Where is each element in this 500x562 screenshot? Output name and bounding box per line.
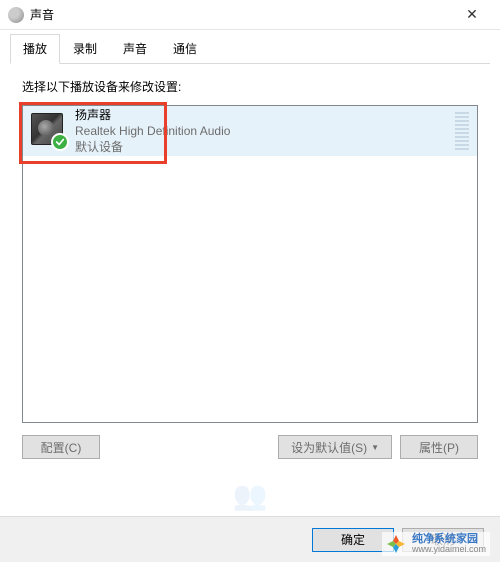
device-icon-wrap bbox=[31, 113, 67, 149]
watermark-text: 纯净系统家园 www.yidaimei.com bbox=[412, 534, 486, 554]
watermark: 纯净系统家园 www.yidaimei.com bbox=[382, 532, 490, 556]
tab-playback[interactable]: 播放 bbox=[10, 34, 60, 64]
close-icon: ✕ bbox=[466, 6, 478, 23]
tab-communications[interactable]: 通信 bbox=[160, 34, 210, 64]
device-item[interactable]: 扬声器 Realtek High Definition Audio 默认设备 bbox=[23, 106, 477, 156]
button-label: 配置(C) bbox=[41, 439, 82, 456]
properties-button[interactable]: 属性(P) bbox=[400, 435, 478, 459]
device-name: 扬声器 bbox=[75, 107, 449, 123]
device-list[interactable]: 扬声器 Realtek High Definition Audio 默认设备 bbox=[22, 105, 478, 423]
watermark-logo-icon bbox=[386, 534, 406, 554]
tab-recording[interactable]: 录制 bbox=[60, 34, 110, 64]
ghost-people-icon: 👥 bbox=[233, 479, 268, 512]
set-default-button[interactable]: 设为默认值(S) ▼ bbox=[278, 435, 392, 459]
tab-label: 录制 bbox=[73, 42, 97, 56]
close-button[interactable]: ✕ bbox=[452, 1, 492, 29]
button-label: 确定 bbox=[341, 531, 365, 548]
chevron-down-icon: ▼ bbox=[371, 443, 379, 452]
tab-label: 声音 bbox=[123, 42, 147, 56]
device-status: 默认设备 bbox=[75, 139, 449, 155]
configure-button[interactable]: 配置(C) bbox=[22, 435, 100, 459]
device-description: Realtek High Definition Audio bbox=[75, 123, 449, 139]
button-label: 属性(P) bbox=[419, 439, 459, 456]
watermark-line2: www.yidaimei.com bbox=[412, 545, 486, 554]
tab-strip: 播放 录制 声音 通信 bbox=[0, 30, 500, 64]
tab-content: 选择以下播放设备来修改设置: 扬声器 Realtek High Definiti… bbox=[0, 64, 500, 469]
sound-app-icon bbox=[8, 7, 24, 23]
device-button-row: 配置(C) 设为默认值(S) ▼ 属性(P) bbox=[22, 435, 478, 459]
tab-sounds[interactable]: 声音 bbox=[110, 34, 160, 64]
instruction-text: 选择以下播放设备来修改设置: bbox=[22, 78, 478, 95]
tab-underline bbox=[10, 63, 490, 64]
titlebar: 声音 ✕ bbox=[0, 0, 500, 30]
default-check-icon bbox=[51, 133, 69, 151]
window-title: 声音 bbox=[30, 6, 452, 23]
tab-label: 播放 bbox=[23, 42, 47, 56]
button-label: 设为默认值(S) bbox=[291, 439, 367, 456]
level-meter bbox=[455, 112, 469, 150]
device-text: 扬声器 Realtek High Definition Audio 默认设备 bbox=[75, 107, 449, 156]
tab-label: 通信 bbox=[173, 42, 197, 56]
